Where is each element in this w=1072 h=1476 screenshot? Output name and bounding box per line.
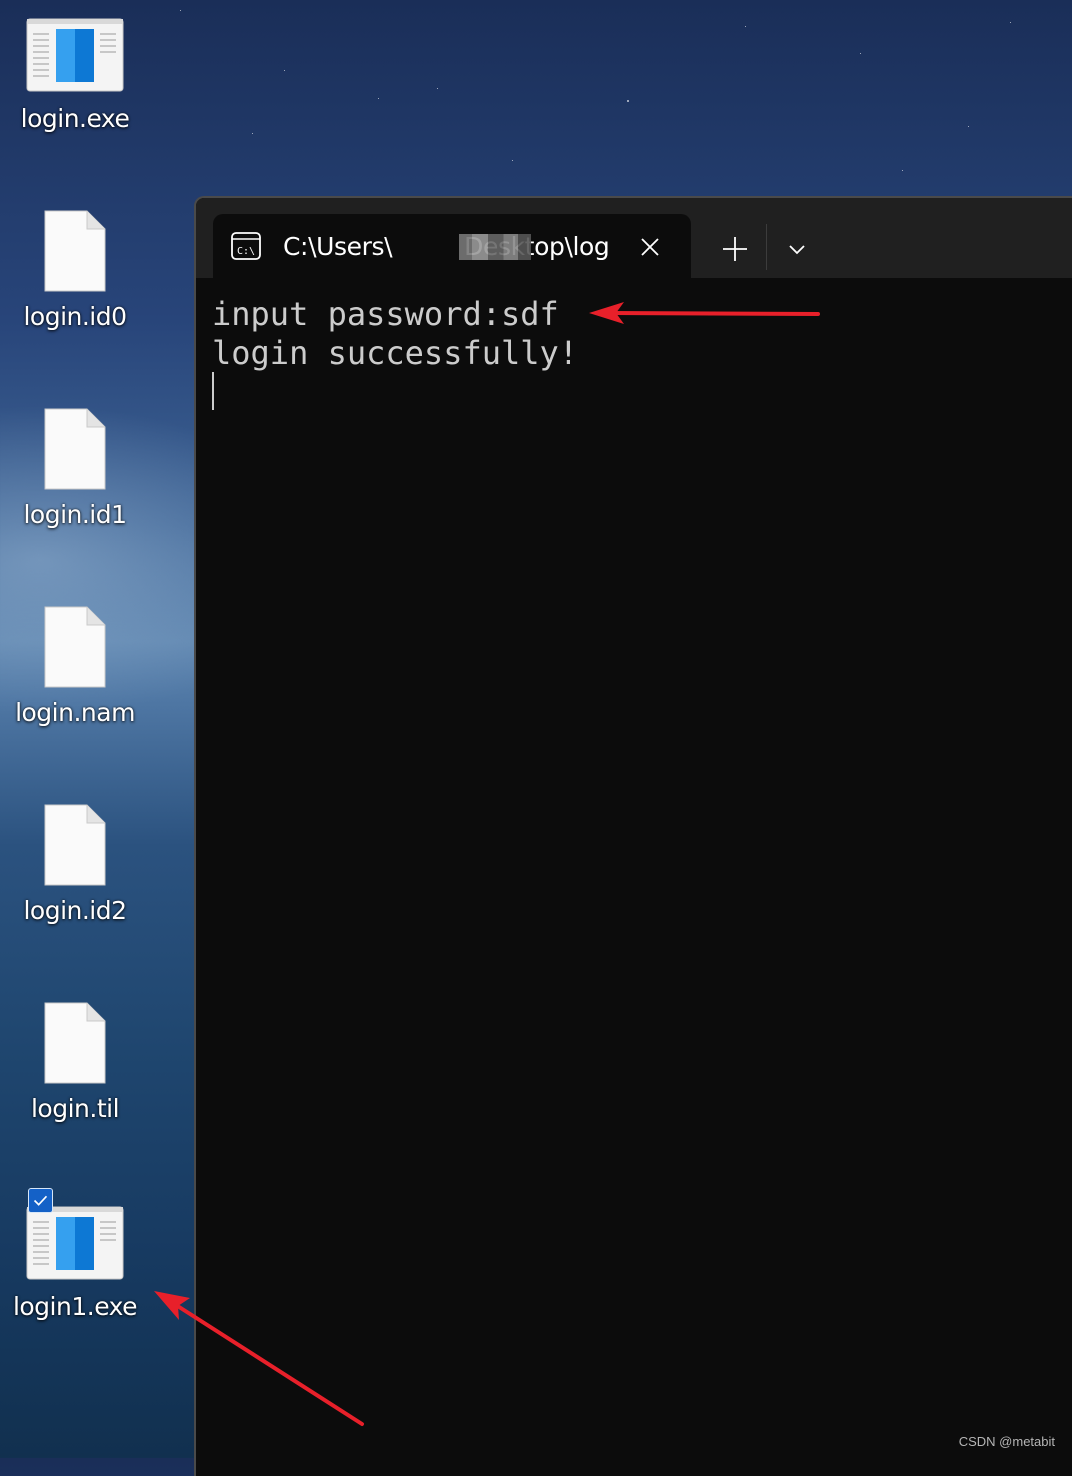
blank-file-icon [44, 606, 106, 688]
terminal-titlebar[interactable]: C:\ C:\Users\ Desktop\log [196, 198, 1072, 280]
blank-file-icon [44, 804, 106, 886]
desktop-icon-login1-exe[interactable]: login1.exe [0, 1188, 150, 1348]
tab-title: C:\Users\ Desktop\log [283, 230, 613, 264]
desktop-icon-login-til[interactable]: login.til [0, 990, 150, 1150]
desktop-icon-label: login.nam [15, 698, 135, 727]
svg-text:C:\: C:\ [237, 246, 255, 257]
desktop-icon-login-id0[interactable]: login.id0 [0, 198, 150, 358]
desktop-icon-login-id1[interactable]: login.id1 [0, 396, 150, 556]
blank-file-icon [44, 210, 106, 292]
text-cursor [212, 372, 214, 410]
redaction-mosaic [459, 234, 531, 260]
cmd-icon: C:\ [231, 232, 261, 260]
desktop-icon-label: login.id0 [23, 302, 127, 331]
selection-checkbox-icon[interactable] [28, 1188, 53, 1213]
desktop-icon-label: login1.exe [12, 1292, 138, 1321]
tab-title-prefix: C:\Users\ [283, 232, 393, 261]
desktop-icon-label: login.id1 [23, 500, 127, 529]
desktop-icon-label: login.exe [20, 104, 130, 133]
watermark: CSDN @metabit [958, 1434, 1055, 1449]
terminal-window[interactable]: C:\ C:\Users\ Desktop\log input password:… [194, 196, 1072, 1476]
titlebar-divider [766, 224, 767, 270]
desktop-icon-login-nam[interactable]: login.nam [0, 594, 150, 754]
console-line: input password:sdf [212, 295, 559, 333]
terminal-tab[interactable]: C:\ C:\Users\ Desktop\log [213, 214, 691, 280]
desktop-icon-login-exe[interactable]: login.exe [0, 0, 150, 160]
console-output[interactable]: input password:sdf login successfully! [212, 294, 578, 372]
close-icon[interactable] [633, 230, 667, 264]
desktop-icon-label: login.til [30, 1094, 120, 1123]
chevron-down-icon[interactable] [778, 228, 816, 270]
console-line: login successfully! [212, 334, 579, 372]
desktop-icon-label: login.id2 [23, 896, 127, 925]
desktop-icon-login-id2[interactable]: login.id2 [0, 792, 150, 952]
application-window-icon [26, 1206, 124, 1280]
blank-file-icon [44, 408, 106, 490]
plus-icon[interactable] [714, 228, 756, 270]
application-window-icon [26, 18, 124, 92]
blank-file-icon [44, 1002, 106, 1084]
